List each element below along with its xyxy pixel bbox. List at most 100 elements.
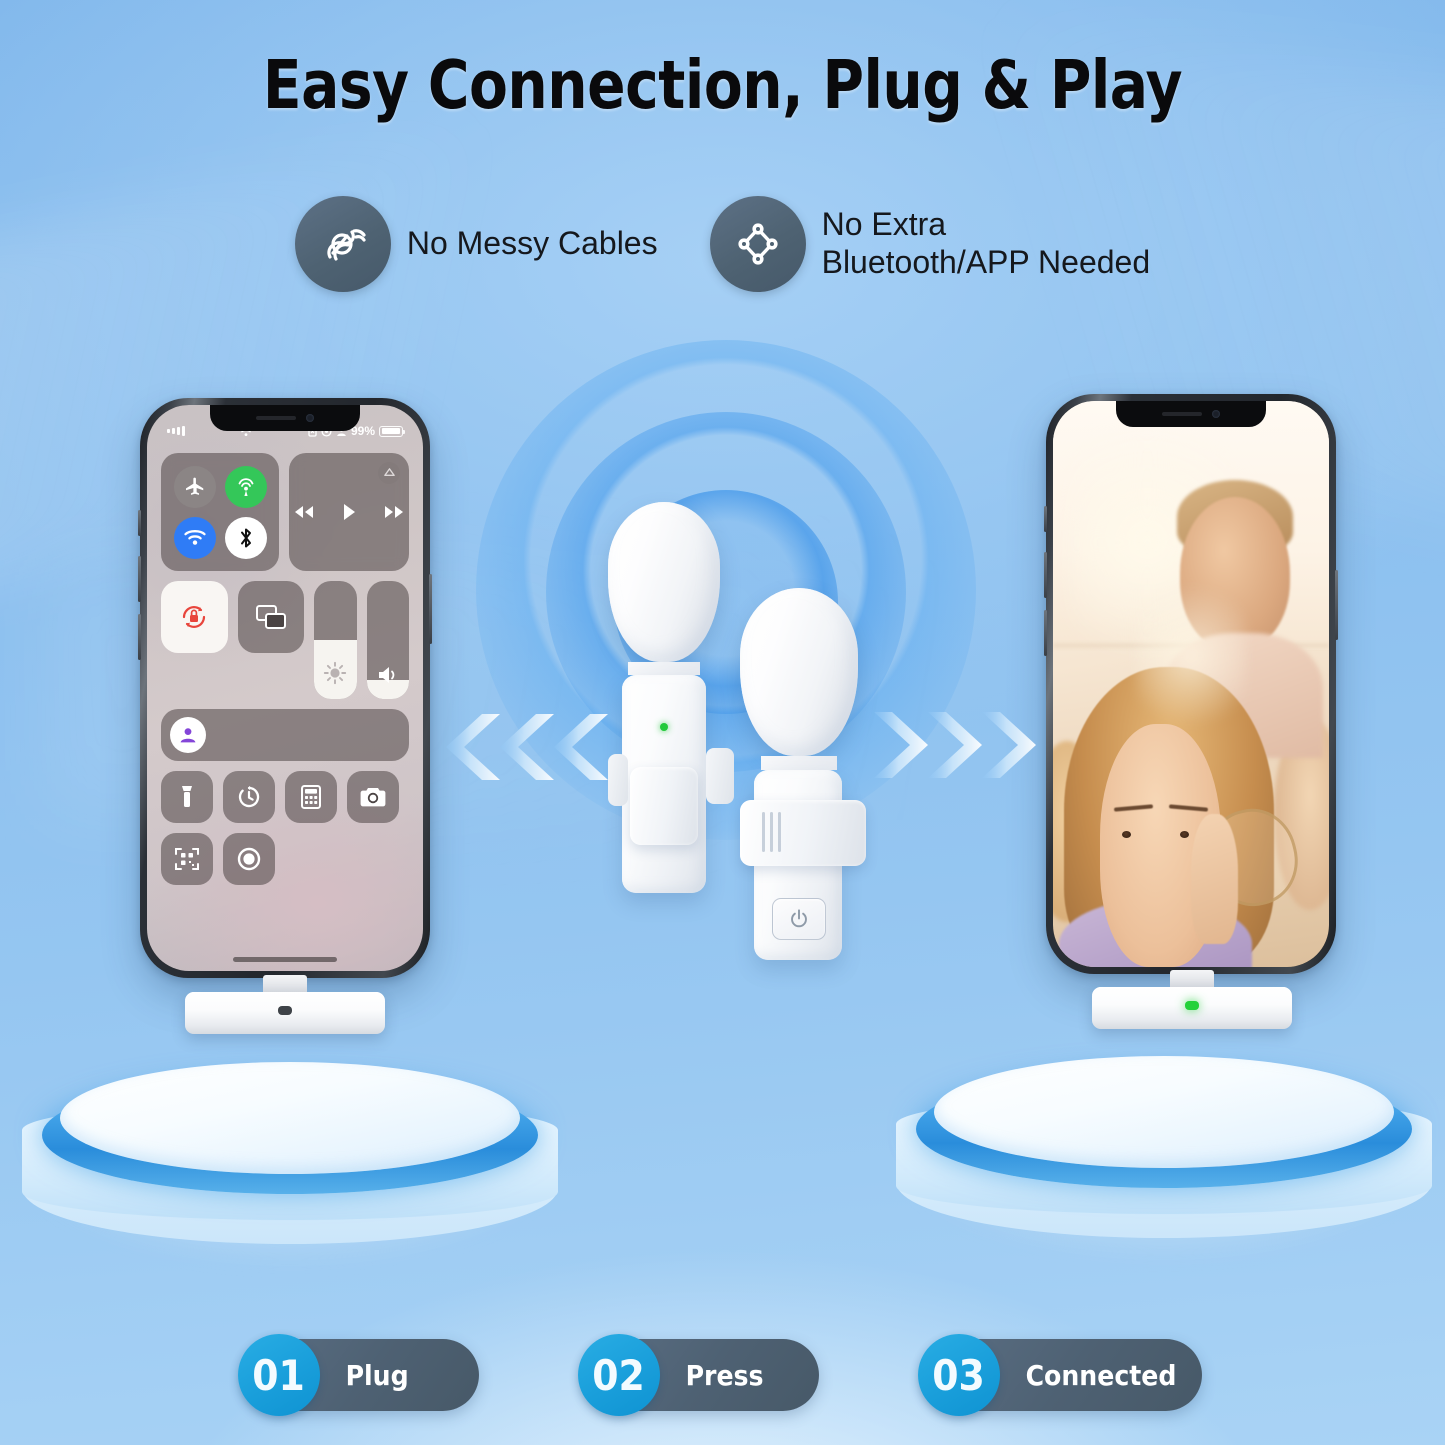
dongle-connector bbox=[1170, 970, 1214, 987]
cellular-data-toggle[interactable] bbox=[224, 465, 267, 508]
earpiece-speaker bbox=[256, 416, 296, 420]
mic-windscreen bbox=[740, 588, 858, 756]
volume-slider[interactable] bbox=[366, 581, 409, 699]
signal-arrows-right bbox=[872, 708, 1040, 782]
volume-icon bbox=[367, 665, 409, 685]
tangled-cable-icon bbox=[294, 196, 391, 292]
mic-clip-arm-left bbox=[608, 754, 628, 806]
media-controls bbox=[289, 453, 409, 571]
phone-left-screen: 99% bbox=[147, 405, 423, 971]
mic-body bbox=[622, 675, 706, 893]
feature-badges: No Messy Cables No Extra Bluetooth/APP N… bbox=[0, 196, 1445, 292]
signal-bars-icon bbox=[167, 426, 185, 436]
lavalier-mic-back bbox=[740, 588, 866, 960]
phone-volume-up-button[interactable] bbox=[1044, 552, 1047, 598]
phone-power-button[interactable] bbox=[1335, 570, 1338, 640]
chevron-right-icon bbox=[874, 712, 1036, 778]
step-label: Press bbox=[685, 1358, 764, 1392]
feature-no-bluetooth-app: No Extra Bluetooth/APP Needed bbox=[709, 196, 1151, 292]
podium-right bbox=[874, 1034, 1445, 1264]
dongle-led-indicator bbox=[1185, 1001, 1199, 1010]
step-number-badge: 01 bbox=[237, 1334, 320, 1416]
cc-row-1 bbox=[161, 453, 409, 571]
fast-forward-icon bbox=[385, 506, 403, 518]
flashlight-button[interactable] bbox=[161, 771, 213, 823]
feature-label-line1: No Messy Cables bbox=[406, 225, 658, 262]
dongle-connector bbox=[263, 975, 307, 992]
mic-clip-front[interactable] bbox=[630, 767, 698, 845]
ios-control-center: 99% bbox=[147, 405, 423, 971]
bluetooth-toggle[interactable] bbox=[224, 516, 267, 559]
front-camera-icon bbox=[1212, 410, 1220, 418]
feature-label-line2: Bluetooth/APP Needed bbox=[821, 244, 1151, 280]
phone-volume-down-button[interactable] bbox=[1044, 610, 1047, 656]
chevron-left-icon bbox=[446, 714, 608, 780]
phone-notch bbox=[210, 405, 360, 431]
phone-volume-down-button[interactable] bbox=[138, 614, 141, 660]
rotation-lock-toggle[interactable] bbox=[161, 581, 228, 653]
mic-clip[interactable] bbox=[740, 800, 866, 866]
feature-label-line1: No Extra bbox=[821, 206, 947, 243]
step-pill-01[interactable]: 01 Plug bbox=[237, 1334, 479, 1416]
step-indicators: 01 Plug 02 Press 03 Connected bbox=[0, 1334, 1445, 1416]
screen-mirroring-toggle[interactable] bbox=[237, 581, 305, 653]
mic-clip-arm-right bbox=[706, 748, 734, 804]
phone-power-button[interactable] bbox=[429, 574, 432, 644]
phone-right-screen bbox=[1053, 401, 1329, 967]
receiver-dongle-left bbox=[185, 975, 385, 1034]
mic-power-button[interactable] bbox=[772, 898, 826, 940]
signal-arrows-left bbox=[442, 710, 610, 784]
play-icon bbox=[344, 504, 355, 520]
camera-button[interactable] bbox=[347, 771, 399, 823]
mic-windscreen bbox=[608, 502, 720, 662]
wifi-toggle[interactable] bbox=[173, 516, 216, 559]
dongle-body bbox=[1092, 987, 1292, 1029]
phone-volume-up-button[interactable] bbox=[138, 556, 141, 602]
media-player-tile[interactable] bbox=[289, 453, 409, 571]
connectivity-tile bbox=[161, 453, 279, 571]
screen-recording-button[interactable] bbox=[223, 833, 275, 885]
step-pill-02[interactable]: 02 Press bbox=[577, 1334, 819, 1416]
feature-label: No Messy Cables bbox=[407, 225, 658, 263]
product-infographic: Easy Connection, Plug & Play No Messy Ca bbox=[0, 0, 1445, 1445]
mic-led-indicator bbox=[660, 723, 668, 731]
mic-neck bbox=[761, 756, 837, 770]
step-number-badge: 02 bbox=[577, 1334, 660, 1416]
focus-mode-tile[interactable] bbox=[161, 709, 409, 761]
phone-mute-switch[interactable] bbox=[138, 510, 141, 536]
dongle-body bbox=[185, 992, 385, 1034]
timer-button[interactable] bbox=[223, 771, 275, 823]
airplane-mode-toggle[interactable] bbox=[173, 465, 216, 508]
podium-left bbox=[0, 1040, 580, 1270]
feature-no-messy-cables: No Messy Cables bbox=[294, 196, 658, 292]
step-pill-03[interactable]: 03 Connected bbox=[917, 1334, 1203, 1416]
phone-notch bbox=[1116, 401, 1266, 427]
calculator-button[interactable] bbox=[285, 771, 337, 823]
focus-person-icon bbox=[170, 717, 206, 753]
step-number-badge: 03 bbox=[917, 1334, 1000, 1416]
cc-row-2 bbox=[161, 581, 409, 699]
receiver-dongle-right bbox=[1092, 970, 1292, 1029]
power-symbol-icon bbox=[791, 909, 807, 928]
step-label: Plug bbox=[345, 1358, 409, 1392]
cc-row-3 bbox=[161, 709, 409, 761]
feature-label: No Extra Bluetooth/APP Needed bbox=[822, 206, 1151, 282]
lavalier-mic-front bbox=[608, 502, 734, 893]
home-indicator[interactable] bbox=[233, 957, 337, 962]
earpiece-speaker bbox=[1162, 412, 1202, 416]
qr-scanner-button[interactable] bbox=[161, 833, 213, 885]
selfie-photo bbox=[1053, 401, 1329, 967]
dongle-led-indicator bbox=[278, 1006, 292, 1015]
brightness-slider[interactable] bbox=[314, 581, 357, 699]
rewind-icon bbox=[295, 506, 313, 518]
front-camera-icon bbox=[306, 414, 314, 422]
phone-right bbox=[1044, 394, 1338, 974]
phone-mute-switch[interactable] bbox=[1044, 506, 1047, 532]
cc-row-5 bbox=[161, 833, 409, 885]
battery-icon bbox=[379, 425, 405, 437]
photo-lens-flare bbox=[1135, 570, 1247, 741]
photo-hand bbox=[1191, 814, 1238, 945]
mic-neck bbox=[628, 662, 700, 675]
cc-row-4 bbox=[161, 771, 409, 823]
brightness-icon bbox=[314, 661, 356, 685]
